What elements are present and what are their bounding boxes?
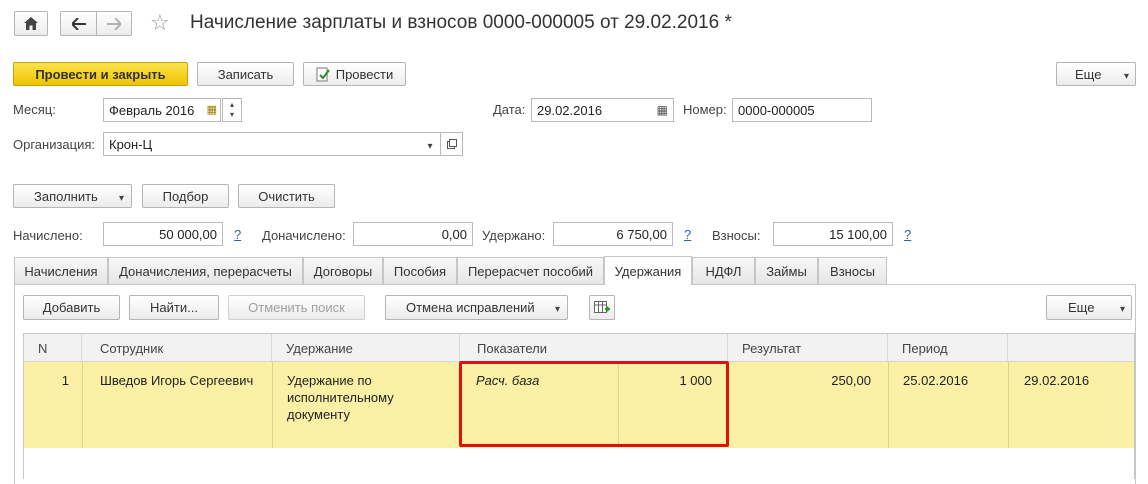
table-add-icon — [594, 300, 610, 313]
fill-button-label: Заполнить — [34, 188, 98, 204]
organization-label: Организация: — [13, 137, 96, 152]
deduction-line-1: Удержание по — [287, 373, 372, 388]
find-button[interactable]: Найти... — [129, 295, 219, 320]
tab-ndfl[interactable]: НДФЛ — [692, 257, 755, 284]
more-button-label: Еще — [1075, 66, 1102, 82]
contributions-field: 15 100,00 — [773, 222, 893, 246]
tab-benefits[interactable]: Пособия — [383, 257, 457, 284]
extra-accrued-field: 0,00 — [353, 222, 473, 246]
post-button[interactable]: Провести — [303, 62, 406, 86]
selection-highlight-box — [459, 361, 729, 447]
post-button-label: Провести — [335, 66, 394, 82]
tab-extra-accruals[interactable]: Доначисления, перерасчеты — [108, 257, 303, 284]
date-value: 29.02.2016 — [537, 102, 603, 118]
organization-dropdown-button[interactable] — [420, 132, 441, 156]
more-button[interactable]: Еще — [1056, 62, 1136, 86]
save-button[interactable]: Записать — [197, 62, 294, 86]
month-label: Месяц: — [13, 102, 56, 117]
month-value: Февраль 2016 — [109, 102, 195, 118]
cell-row-number: 1 — [61, 373, 69, 388]
organization-field[interactable]: Крон-Ц — [103, 132, 441, 156]
home-button[interactable] — [14, 11, 48, 36]
table-more-label: Еще — [1068, 300, 1095, 315]
calendar-icon[interactable]: ▦ — [207, 103, 217, 116]
accrued-field: 50 000,00 — [103, 222, 223, 246]
date-field[interactable]: 29.02.2016 ▦ — [531, 98, 674, 122]
home-icon — [24, 17, 38, 30]
table-add-column-button[interactable] — [589, 295, 615, 320]
cell-period-start: 25.02.2016 — [903, 373, 969, 388]
clear-button[interactable]: Очистить — [238, 184, 335, 208]
dropdown-chevron-icon — [427, 137, 432, 152]
column-header-indicators[interactable]: Показатели — [460, 334, 728, 362]
accrued-label: Начислено: — [13, 228, 83, 243]
month-field[interactable]: Февраль 2016 ▦ — [103, 98, 221, 122]
tab-benefit-recalc[interactable]: Перерасчет пособий — [457, 257, 604, 284]
date-label: Дата: — [493, 102, 526, 117]
chevron-down-icon — [1124, 67, 1129, 82]
column-header-deduction[interactable]: Удержание — [272, 334, 460, 362]
withheld-help-link[interactable]: ? — [684, 227, 691, 242]
number-label: Номер: — [683, 102, 727, 117]
column-header-period-end[interactable] — [1008, 334, 1134, 362]
contributions-label: Взносы: — [712, 228, 761, 243]
tab-contributions[interactable]: Взносы — [818, 257, 887, 284]
column-header-result[interactable]: Результат — [728, 334, 888, 362]
withheld-field: 6 750,00 — [553, 222, 673, 246]
deduction-line-2: исполнительному — [287, 390, 394, 405]
arrow-left-icon — [71, 17, 86, 30]
favorite-star-icon[interactable]: ☆ — [150, 10, 170, 36]
forward-button[interactable] — [96, 11, 132, 36]
page-title: Начисление зарплаты и взносов 0000-00000… — [190, 12, 732, 33]
organization-value: Крон-Ц — [109, 136, 153, 152]
tab-deductions[interactable]: Удержания — [604, 256, 692, 285]
cell-deduction: Удержание по исполнительному документу — [287, 372, 394, 423]
cell-period-end: 29.02.2016 — [1024, 373, 1090, 388]
post-document-icon — [316, 67, 330, 81]
accrued-help-link[interactable]: ? — [234, 227, 241, 242]
column-header-period[interactable]: Период — [888, 334, 1008, 362]
fill-chevron-down-icon — [119, 189, 124, 204]
add-row-button[interactable]: Добавить — [23, 295, 120, 320]
select-button[interactable]: Подбор — [142, 184, 229, 208]
extra-accrued-label: Доначислено: — [262, 228, 346, 243]
organization-open-button[interactable] — [441, 132, 463, 156]
cell-employee: Шведов Игорь Сергеевич — [100, 373, 254, 388]
arrow-right-icon — [107, 17, 121, 30]
tab-loans[interactable]: Займы — [755, 257, 818, 284]
open-link-icon — [446, 139, 457, 149]
deduction-line-3: документу — [287, 407, 350, 422]
number-field[interactable]: 0000-000005 — [732, 98, 872, 122]
post-and-close-button[interactable]: Провести и закрыть — [13, 62, 188, 86]
cancel-corrections-chevron-icon — [555, 300, 560, 315]
cell-result: 250,00 — [831, 373, 871, 388]
tab-contracts[interactable]: Договоры — [303, 257, 383, 284]
tab-accruals[interactable]: Начисления — [14, 257, 108, 284]
stepper-up-icon[interactable]: ▴ — [230, 100, 234, 110]
back-button[interactable] — [60, 11, 96, 36]
column-header-n[interactable]: N — [24, 334, 82, 362]
month-stepper[interactable]: ▴ ▾ — [222, 98, 242, 122]
date-calendar-icon[interactable]: ▦ — [657, 103, 668, 117]
contributions-help-link[interactable]: ? — [904, 227, 911, 242]
cancel-search-button[interactable]: Отменить поиск — [228, 295, 365, 320]
column-header-employee[interactable]: Сотрудник — [82, 334, 272, 362]
table-more-button[interactable]: Еще — [1046, 295, 1132, 320]
cancel-corrections-label: Отмена исправлений — [406, 300, 535, 315]
cancel-corrections-button[interactable]: Отмена исправлений — [385, 295, 568, 320]
stepper-down-icon[interactable]: ▾ — [230, 110, 234, 120]
table-more-chevron-icon — [1120, 300, 1125, 315]
fill-button[interactable]: Заполнить — [13, 184, 132, 208]
withheld-label: Удержано: — [482, 228, 546, 243]
